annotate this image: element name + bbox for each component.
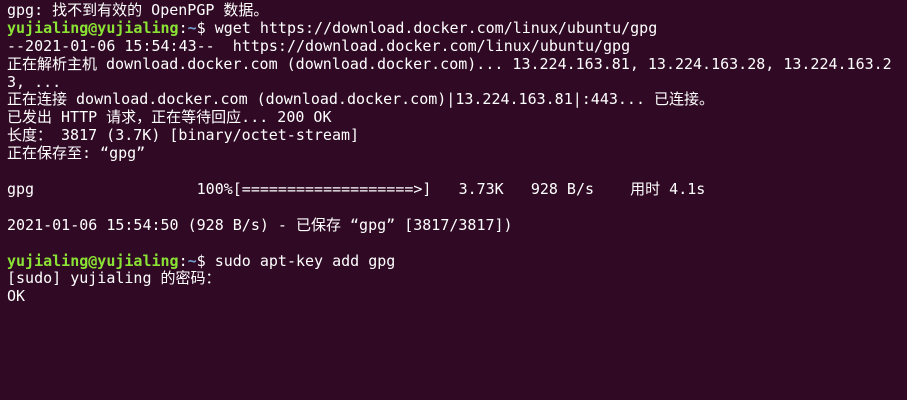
prompt-user-host: yujialing@yujialing: [7, 18, 179, 37]
ok-line: OK: [7, 287, 26, 306]
progress-time: 用时 4.1s: [630, 179, 706, 198]
prompt-symbol: $: [196, 18, 215, 37]
prompt-line-1: yujialing@yujialing:~$ wget https://down…: [7, 18, 907, 38]
command-apt-key: sudo apt-key add gpg: [214, 251, 396, 270]
gpg-error-line: gpg: 找不到有效的 OpenPGP 数据。: [7, 1, 269, 19]
progress-bar: 100%[===================>]: [196, 179, 432, 198]
sudo-password-prompt: [sudo] yujialing 的密码：: [7, 269, 221, 288]
resolve-host-line: 正在解析主机 download.docker.com (download.doc…: [7, 54, 892, 91]
command-wget: wget https://download.docker.com/linux/u…: [214, 18, 658, 37]
http-request-line: 已发出 HTTP 请求，正在等待回应... 200 OK: [7, 108, 332, 127]
prompt-path: ~: [187, 251, 197, 270]
download-progress-line: gpg 100%[===================>] 3.73K 928…: [7, 179, 907, 199]
connect-line: 正在连接 download.docker.com (download.docke…: [7, 90, 715, 109]
wget-start-line: --2021-01-06 15:54:43-- https://download…: [7, 36, 631, 55]
prompt-symbol: $: [196, 251, 215, 270]
saving-to-line: 正在保存至: “gpg”: [7, 144, 146, 163]
prompt-path: ~: [187, 18, 197, 37]
prompt-colon: :: [178, 251, 188, 270]
prompt-line-2: yujialing@yujialing:~$ sudo apt-key add …: [7, 251, 907, 271]
prompt-colon: :: [178, 18, 188, 37]
progress-size: 3.73K: [458, 179, 504, 198]
prompt-user-host: yujialing@yujialing: [7, 251, 179, 270]
length-line: 长度： 3817 (3.7K) [binary/octet-stream]: [7, 126, 360, 145]
saved-line: 2021-01-06 15:54:50 (928 B/s) - 已保存 “gpg…: [7, 215, 513, 234]
progress-filename: gpg: [7, 179, 35, 198]
progress-speed: 928 B/s: [530, 179, 595, 198]
terminal-window[interactable]: gpg: 找不到有效的 OpenPGP 数据。 yujialing@yujial…: [0, 0, 907, 400]
